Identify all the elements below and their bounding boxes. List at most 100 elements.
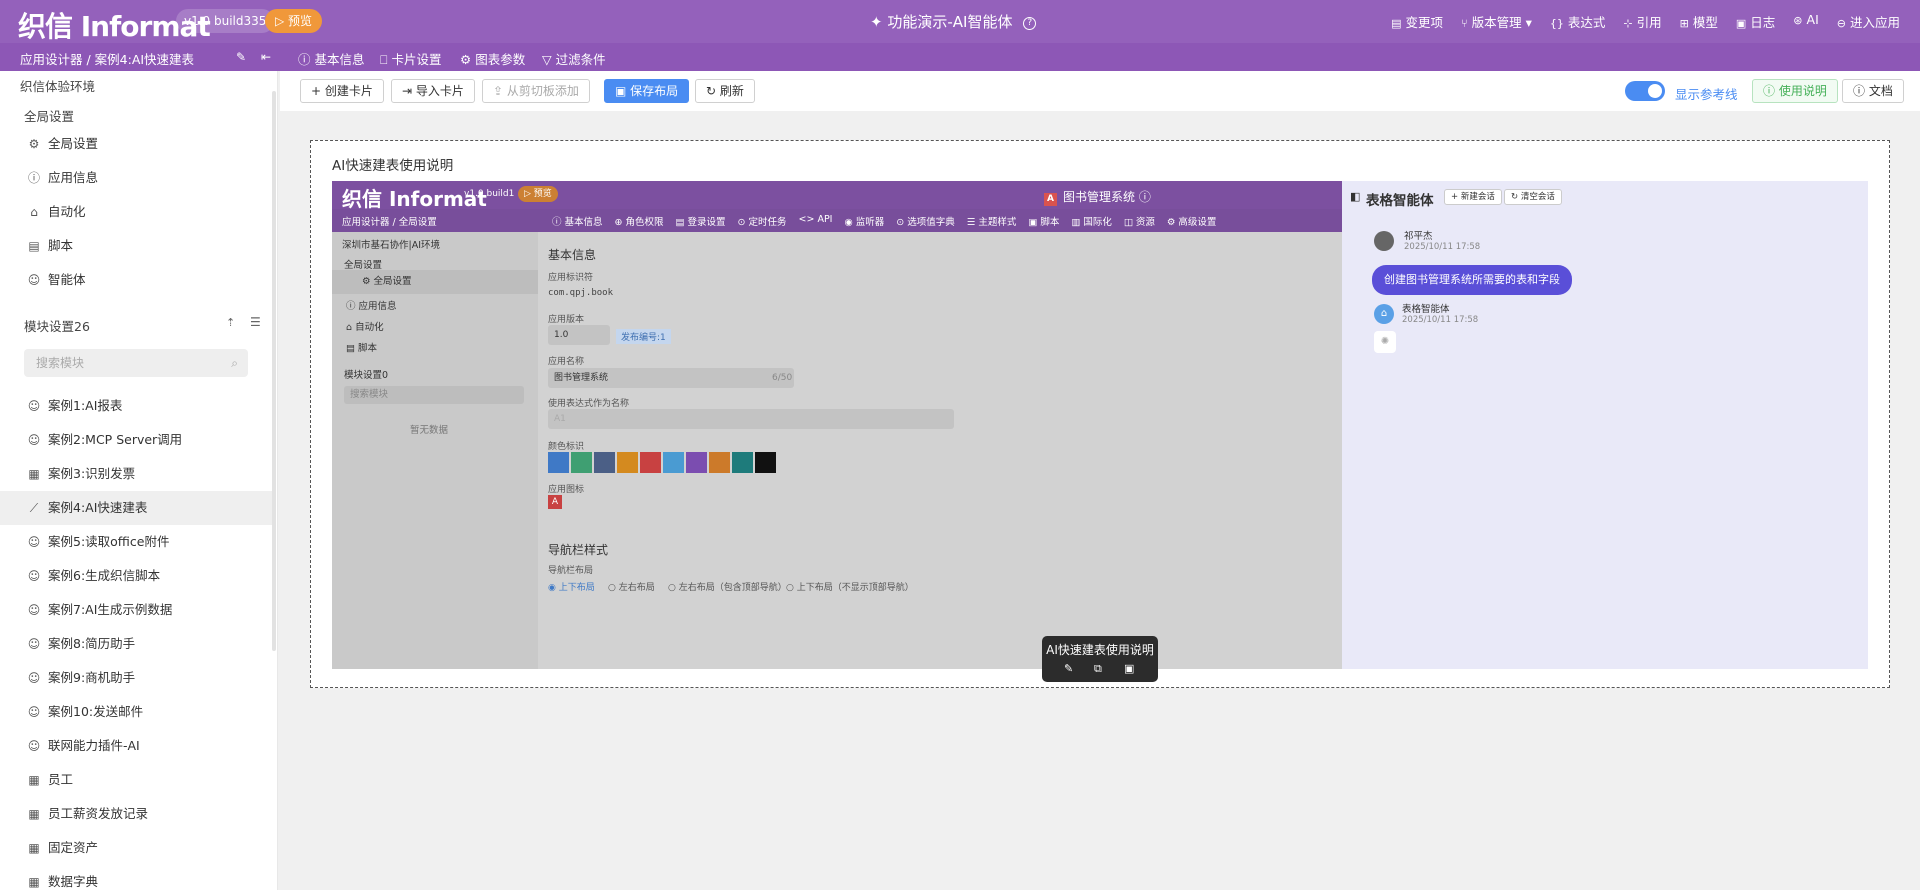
module-search-input[interactable]: 搜索模块 ⌕ xyxy=(24,349,248,377)
tab-card-settings[interactable]: ⎕ 卡片设置 xyxy=(380,49,442,74)
embedded-tabs: ⓘ 基本信息 ⊕ 角色权限 ▤ 登录设置 ⊙ 定时任务 <> API ◉ 监听器 ⊙ 选项值… xyxy=(552,214,1217,228)
robot-icon: ⌂ xyxy=(30,205,38,219)
create-card-button[interactable]: + 创建卡片 xyxy=(300,79,384,103)
nav-logs[interactable]: ▣ 日志 xyxy=(1736,12,1775,31)
sidebar-item-module[interactable]: ☺ 案例8:简历助手 xyxy=(0,627,272,661)
top-bar: 织信 Informat v1.0 build335 ▷ 预览 ✦ 功能演示-AI… xyxy=(0,0,1920,43)
nav-ai[interactable]: ⊛ AI xyxy=(1793,12,1818,31)
sidebar-item-agents[interactable]: ☺ 智能体 xyxy=(0,263,272,297)
sparkle-icon: ✦ xyxy=(870,13,883,31)
paste-from-clipboard-button[interactable]: ⇪ 从剪切板添加 xyxy=(482,79,590,103)
sidebar-item-module[interactable]: ☺ 案例10:发送邮件 xyxy=(0,695,272,729)
bot-avatar-icon: ⌂ xyxy=(1374,304,1394,324)
card-title: AI快速建表使用说明 xyxy=(332,158,454,174)
docs-button[interactable]: ⓘ 文档 xyxy=(1842,79,1904,103)
color-swatch xyxy=(709,452,730,473)
sidebar-item-module[interactable]: ☺ 案例7:AI生成示例数据 xyxy=(0,593,272,627)
table-icon: ▦ xyxy=(28,807,40,821)
color-swatch xyxy=(640,452,661,473)
nav-version-management[interactable]: ⑂ 版本管理 ▾ xyxy=(1461,12,1532,31)
agent-icon: ☺ xyxy=(27,637,41,651)
tab-basic-info[interactable]: ⓘ 基本信息 xyxy=(298,49,365,68)
embedded-title: A 图书管理系统 ⓘ xyxy=(1044,188,1151,206)
list-icon: ▤ xyxy=(1391,17,1402,30)
braces-icon: {} xyxy=(1549,17,1564,30)
embedded-agent-panel: ◧ 表格智能体 + 新建会话 ↻ 清空会话 祁平杰 2025/10/11 17:… xyxy=(1342,181,1868,669)
page-title-text: 功能演示-AI智能体 xyxy=(887,13,1013,31)
nav-changes[interactable]: ▤ 变更项 xyxy=(1391,12,1443,31)
tab-filter-conditions[interactable]: ▽ 过滤条件 xyxy=(542,49,606,68)
sidebar-item-global-settings[interactable]: ⚙ 全局设置 xyxy=(0,127,272,161)
card-action-title: AI快速建表使用说明 xyxy=(1046,643,1154,657)
link-icon: ⊹ xyxy=(1623,17,1633,30)
color-swatch xyxy=(548,452,569,473)
info-icon: ⓘ xyxy=(27,171,40,185)
embedded-sidebar: 深圳市基石协作|AI环境 全局设置 ⚙ 全局设置 ⓘ 应用信息 ⌂ 自动化 ▤ … xyxy=(332,232,538,669)
sidebar-item-module[interactable]: ▦ 员工薪资发放记录 xyxy=(0,797,272,831)
sidebar-item-module[interactable]: ▦ 固定资产 xyxy=(0,831,272,865)
search-icon: ⌕ xyxy=(231,356,238,370)
card-toolbar: + 创建卡片 ⇥ 导入卡片 ⇪ 从剪切板添加 ▣ 保存布局 ↻ 刷新 显示参考线… xyxy=(280,71,1920,111)
table-icon: ▦ xyxy=(28,467,40,481)
agent-icon: ☺ xyxy=(27,535,41,549)
table-icon: ▦ xyxy=(28,773,40,787)
agent-icon: ☺ xyxy=(27,705,41,719)
card-action-popover: AI快速建表使用说明 ✎ ⧉ ▣ xyxy=(1042,636,1158,682)
nav-enter-app[interactable]: ⊖ 进入应用 xyxy=(1837,12,1900,31)
save-layout-button[interactable]: ▣ 保存布局 xyxy=(604,79,690,103)
menu-icon[interactable]: ☰ xyxy=(250,315,261,329)
color-swatch xyxy=(755,452,776,473)
refresh-button[interactable]: ↻ 刷新 xyxy=(695,79,755,103)
sidebar-item-scripts[interactable]: ▤ 脚本 xyxy=(0,229,272,263)
sidebar-scrollbar[interactable] xyxy=(272,91,276,651)
delete-icon[interactable]: ▣ xyxy=(1124,662,1134,675)
user-message: 创建图书管理系统所需要的表和字段 xyxy=(1372,265,1572,295)
card-canvas[interactable]: AI快速建表使用说明 织信 Informat v1.0 build1 ▷ 预览 … xyxy=(310,140,1890,688)
sidebar-item-module[interactable]: ▦ 员工 xyxy=(0,763,272,797)
show-guides-toggle[interactable] xyxy=(1625,81,1665,101)
sidebar-item-module[interactable]: ☺ 案例5:读取office附件 xyxy=(0,525,272,559)
edit-icon[interactable]: ✎ xyxy=(1064,662,1073,675)
collapse-icon[interactable]: ⇤ xyxy=(261,50,271,64)
nav-expressions[interactable]: {} 表达式 xyxy=(1550,12,1606,31)
nav-models[interactable]: ⊞ 模型 xyxy=(1680,12,1718,31)
table-icon: ▦ xyxy=(28,841,40,855)
color-swatch xyxy=(571,452,592,473)
sidebar-item-module[interactable]: ▦ 案例3:识别发票 xyxy=(0,457,272,491)
color-swatch xyxy=(686,452,707,473)
preview-button[interactable]: ▷ 预览 xyxy=(265,9,323,33)
gear-icon: ⚙ xyxy=(460,52,472,67)
app-badge-icon: A xyxy=(1044,193,1057,206)
sidebar-item-module[interactable]: ☺ 案例2:MCP Server调用 xyxy=(0,423,272,457)
agent-icon: ☺ xyxy=(27,603,41,617)
help-icon[interactable]: ? xyxy=(1023,17,1037,30)
sidebar: 织信体验环境 全局设置 ⚙ 全局设置 ⓘ 应用信息 ⌂ 自动化 ▤ 脚本 ☺ 智能体 模块… xyxy=(0,71,278,890)
sidebar-item-module[interactable]: ☺ 案例9:商机助手 xyxy=(0,661,272,695)
note-icon[interactable]: ✎ xyxy=(236,50,246,64)
sidebar-item-module[interactable]: ☺ 案例6:生成织信脚本 xyxy=(0,559,272,593)
top-nav: ▤ 变更项 ⑂ 版本管理 ▾ {} 表达式 ⊹ 引用 ⊞ 模型 ▣ 日志 ⊛ AI ⊖ 进入应用 xyxy=(1391,12,1900,31)
card-image: 织信 Informat v1.0 build1 ▷ 预览 A 图书管理系统 ⓘ 应… xyxy=(332,181,1868,669)
table-icon: ▦ xyxy=(28,875,40,889)
embedded-breadcrumb: 应用设计器 / 全局设置 xyxy=(342,217,437,228)
agent-icon: ☺ xyxy=(27,739,41,753)
sub-header: 应用设计器 / 案例4:AI快速建表 ✎ ⇤ ⓘ 基本信息 ⎕ 卡片设置 ⚙ 图… xyxy=(0,43,1920,74)
sidebar-item-automation[interactable]: ⌂ 自动化 xyxy=(0,195,272,229)
global-settings-group: 全局设置 xyxy=(24,109,75,124)
usage-button[interactable]: ⓘ 使用说明 xyxy=(1752,79,1838,103)
nav-references[interactable]: ⊹ 引用 xyxy=(1623,12,1661,31)
sidebar-item-module[interactable]: ☺ 案例1:AI报表 xyxy=(0,389,272,423)
env-name[interactable]: 织信体验环境 xyxy=(20,76,95,95)
copy-icon[interactable]: ⧉ xyxy=(1094,662,1102,676)
sort-icon[interactable]: ⇡ xyxy=(226,316,235,329)
show-guides-label[interactable]: 显示参考线 xyxy=(1675,84,1738,103)
color-swatch xyxy=(663,452,684,473)
info-icon: ⓘ xyxy=(298,52,311,67)
sidebar-item-module-selected[interactable]: ⟋ 案例4:AI快速建表 xyxy=(0,491,272,525)
color-swatch xyxy=(617,452,638,473)
import-card-button[interactable]: ⇥ 导入卡片 xyxy=(391,79,475,103)
sidebar-item-module[interactable]: ▦ 数据字典 xyxy=(0,865,272,890)
tab-chart-params[interactable]: ⚙ 图表参数 xyxy=(460,49,525,68)
sidebar-item-module[interactable]: ☺ 联网能力插件-AI xyxy=(0,729,272,763)
sidebar-item-app-info[interactable]: ⓘ 应用信息 xyxy=(0,161,272,195)
